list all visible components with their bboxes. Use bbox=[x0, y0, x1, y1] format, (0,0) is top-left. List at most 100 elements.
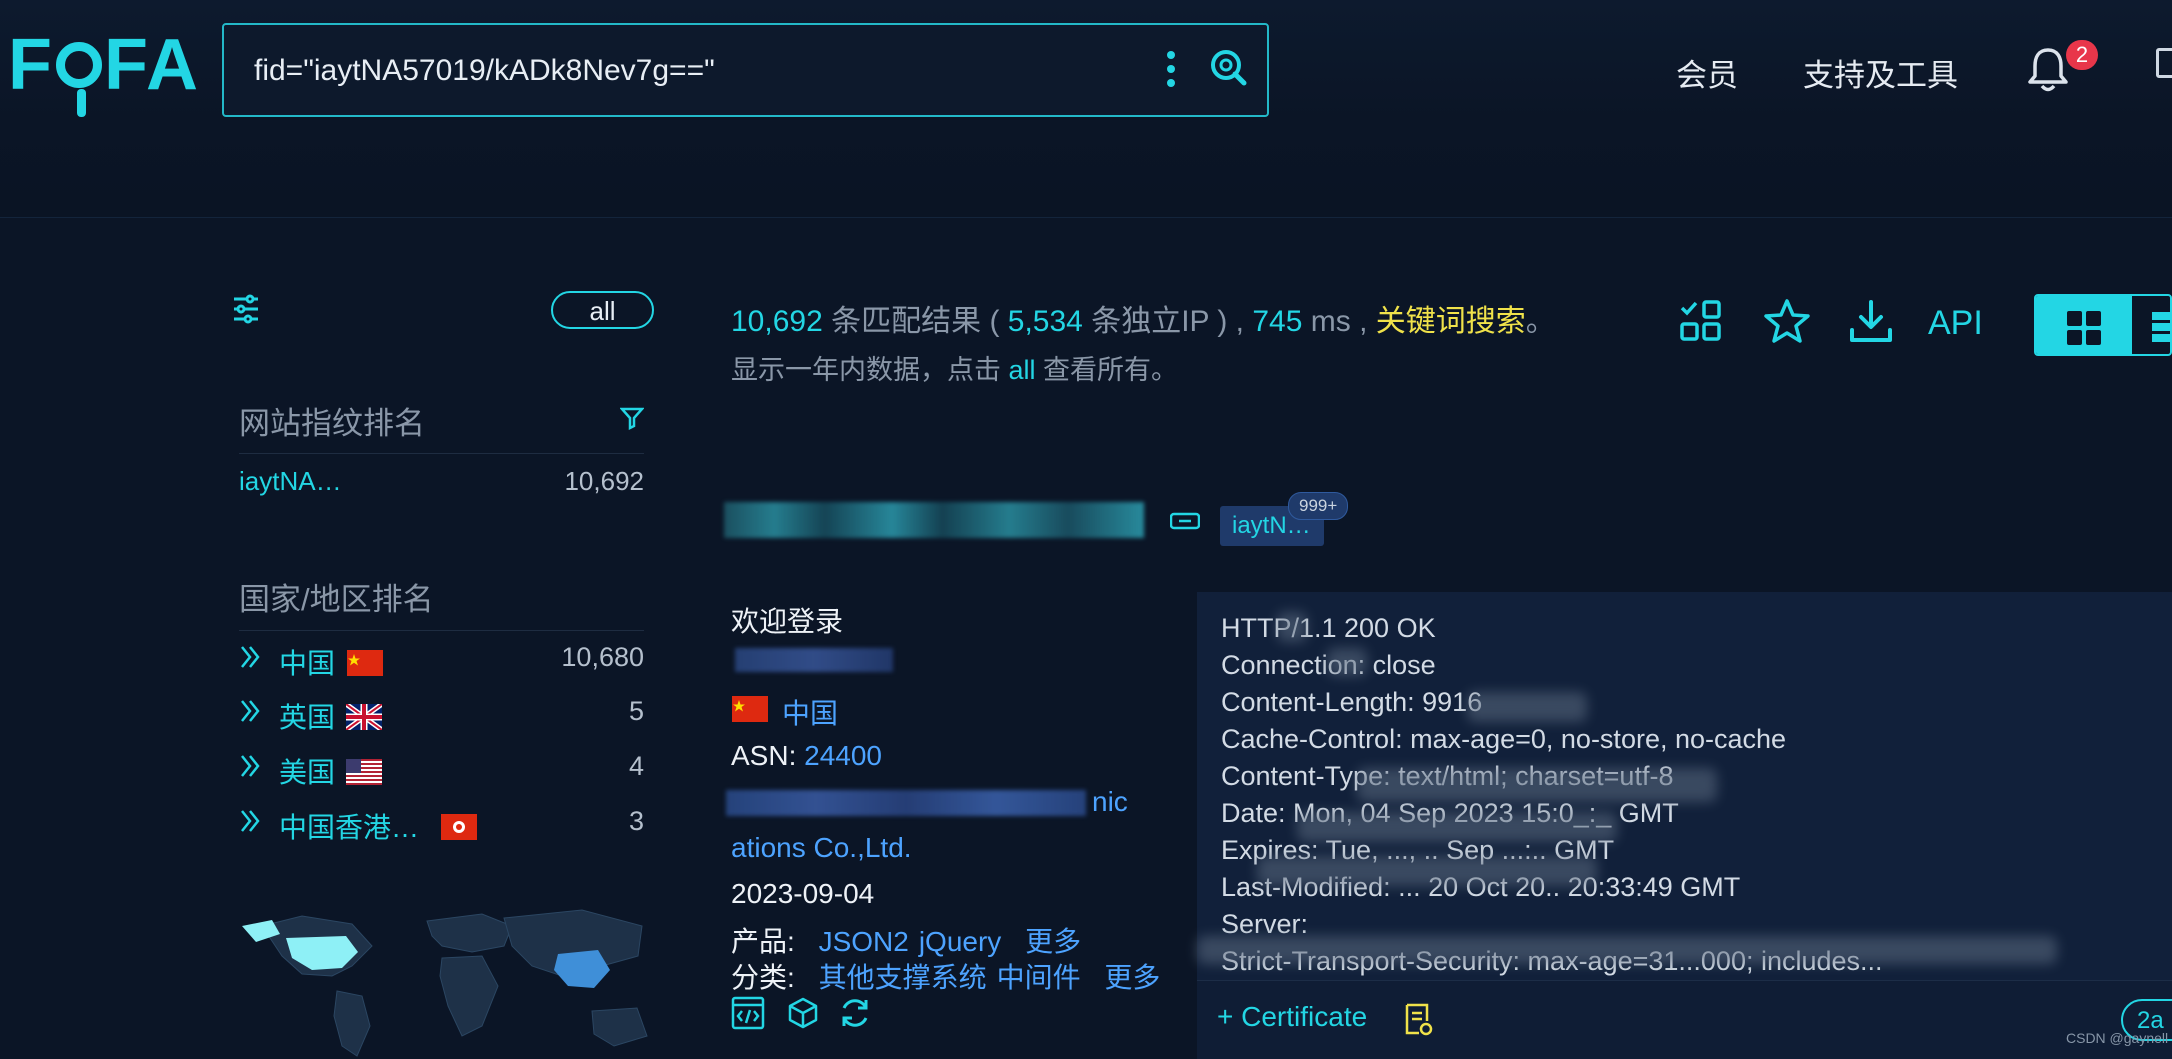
category-label: 分类: bbox=[731, 962, 795, 993]
total-suffix: 条匹配结果 ( bbox=[831, 305, 1000, 338]
header-line: Server: bbox=[1221, 909, 1309, 939]
api-button[interactable]: API bbox=[1928, 304, 1983, 343]
download-icon[interactable] bbox=[1848, 298, 1894, 344]
country-name[interactable]: 英国 bbox=[279, 696, 335, 736]
country-count: 10,680 bbox=[561, 642, 644, 672]
subtext-prefix: 显示一年内数据，点击 bbox=[731, 355, 1001, 385]
country-name[interactable]: 美国 bbox=[279, 751, 335, 791]
cn-flag-icon bbox=[347, 650, 383, 676]
asn-line: ASN: 24400 bbox=[731, 740, 882, 772]
category-more-link[interactable]: 更多 bbox=[1104, 962, 1160, 993]
uk-flag-icon bbox=[346, 704, 382, 730]
country-row-hongkong[interactable]: 中国香港… 3 bbox=[239, 804, 644, 844]
redaction-smudge bbox=[1277, 612, 1307, 642]
link-icon[interactable] bbox=[1170, 512, 1200, 530]
ip-redacted[interactable] bbox=[735, 648, 893, 672]
product-label: 产品: bbox=[731, 926, 795, 957]
category-line: 分类: 其他支撑系统 中间件 更多 bbox=[731, 956, 1160, 996]
double-chevron-icon bbox=[241, 700, 260, 722]
product-tag[interactable]: jQuery bbox=[919, 926, 1001, 957]
star-icon[interactable] bbox=[1764, 298, 1810, 344]
query-time: 745 bbox=[1252, 305, 1303, 338]
organization-line2[interactable]: ations Co.,Ltd. bbox=[731, 832, 912, 864]
all-button[interactable]: all bbox=[551, 291, 654, 329]
search-box bbox=[222, 23, 1269, 117]
redaction-smudge bbox=[1467, 692, 1587, 722]
header-line: Cache-Control: max-age=0, no-store, no-c… bbox=[1221, 724, 1787, 754]
country-rank-title: 国家/地区排名 bbox=[239, 582, 434, 617]
asn-label: ASN: bbox=[731, 740, 797, 771]
country-count: 5 bbox=[628, 696, 644, 726]
host-address-redacted[interactable] bbox=[724, 502, 1144, 538]
redaction-smudge bbox=[1257, 856, 1597, 886]
double-chevron-icon bbox=[241, 810, 260, 832]
grid-icon bbox=[2067, 311, 2101, 345]
fingerprint-rank-title: 网站指纹排名 bbox=[239, 406, 425, 441]
header-panel-footer: + Certificate 2a bbox=[1197, 980, 2172, 1059]
location-link[interactable]: 中国 bbox=[782, 692, 838, 732]
list-view-icon[interactable] bbox=[2152, 312, 2172, 342]
subtext-suffix: 查看所有。 bbox=[1043, 355, 1179, 385]
fingerprint-name[interactable]: iaytNA… bbox=[239, 466, 342, 497]
cn-flag-icon bbox=[732, 696, 768, 722]
unique-ip-count: 5,534 bbox=[1007, 305, 1083, 338]
refresh-icon[interactable] bbox=[838, 996, 872, 1030]
more-options-icon[interactable] bbox=[1164, 51, 1178, 91]
view-toggle[interactable] bbox=[2034, 294, 2172, 356]
watermark: CSDN @gaynell bbox=[2066, 1030, 2169, 1046]
logo-f: F bbox=[8, 25, 54, 105]
product-line: 产品: JSON2 jQuery 更多 bbox=[731, 920, 1081, 960]
screen-icon[interactable] bbox=[2156, 48, 2172, 78]
product-more-link[interactable]: 更多 bbox=[1025, 926, 1081, 957]
tag-count-badge: 999+ bbox=[1288, 492, 1349, 520]
results-summary: 10,692 条匹配结果 ( 5,534 条独立IP ) , 745 ms , … bbox=[731, 296, 1556, 340]
time-unit: ms , bbox=[1310, 305, 1368, 338]
category-tag[interactable]: 其他支撑系统 bbox=[819, 962, 987, 993]
asn-value[interactable]: 24400 bbox=[804, 740, 882, 771]
organization-redacted[interactable] bbox=[726, 790, 1086, 816]
fingerprint-rank-item[interactable]: iaytNA… 10,692 bbox=[239, 462, 644, 502]
country-name[interactable]: 中国 bbox=[279, 642, 335, 682]
notification-badge: 2 bbox=[2066, 40, 2098, 70]
category-tag[interactable]: 中间件 bbox=[997, 962, 1081, 993]
country-row-us[interactable]: 美国 4 bbox=[239, 749, 644, 789]
redaction-smudge bbox=[1297, 812, 1617, 842]
http-header-panel: HTTP/1.1 200 OK Connection: close Conten… bbox=[1197, 592, 2172, 1059]
total-results: 10,692 bbox=[731, 305, 823, 338]
cube-icon[interactable] bbox=[786, 996, 820, 1030]
nav-tools-link[interactable]: 支持及工具 bbox=[1803, 50, 1958, 95]
search-icon[interactable] bbox=[1208, 47, 1248, 87]
country-count: 3 bbox=[628, 806, 644, 836]
header-line: HTTP/1.1 200 OK bbox=[1221, 613, 1436, 643]
nav-member-link[interactable]: 会员 bbox=[1676, 50, 1738, 95]
show-all-link[interactable]: all bbox=[1009, 355, 1036, 385]
logo-o-icon bbox=[55, 42, 102, 117]
redaction-smudge bbox=[1327, 648, 1367, 676]
unique-suffix: 条独立IP ) , bbox=[1091, 305, 1245, 338]
results-subtext: 显示一年内数据，点击 all 查看所有。 bbox=[731, 348, 1178, 387]
code-icon[interactable] bbox=[731, 996, 765, 1030]
certificate-toggle[interactable]: + Certificate bbox=[1217, 1001, 1367, 1033]
fingerprint-count: 10,692 bbox=[564, 466, 644, 496]
logo-fa: FA bbox=[103, 25, 200, 105]
product-tag[interactable]: JSON2 bbox=[819, 926, 909, 957]
funnel-filter-icon[interactable] bbox=[620, 406, 644, 430]
fofa-logo[interactable]: F FA bbox=[8, 24, 200, 117]
keyword-suffix: 。 bbox=[1525, 305, 1556, 338]
certificate-doc-icon[interactable] bbox=[1403, 1003, 1433, 1037]
checklist-icon[interactable] bbox=[1678, 298, 1724, 344]
country-name[interactable]: 中国香港… bbox=[279, 806, 419, 846]
hk-flag-icon bbox=[441, 814, 477, 840]
double-chevron-icon bbox=[241, 646, 260, 668]
header-line: Content-Length: 9916 bbox=[1221, 687, 1483, 717]
world-map bbox=[242, 909, 648, 1057]
keyword-search-link[interactable]: 关键词搜索 bbox=[1376, 305, 1526, 338]
bell-icon[interactable] bbox=[2026, 46, 2070, 94]
divider bbox=[239, 453, 644, 454]
country-row-china[interactable]: 中国 10,680 bbox=[239, 640, 644, 680]
country-row-uk[interactable]: 英国 5 bbox=[239, 694, 644, 734]
organization-tail[interactable]: nic bbox=[1092, 786, 1128, 818]
sliders-icon[interactable] bbox=[232, 294, 260, 324]
search-input[interactable] bbox=[252, 47, 1136, 95]
grid-view-button[interactable] bbox=[2036, 296, 2132, 354]
